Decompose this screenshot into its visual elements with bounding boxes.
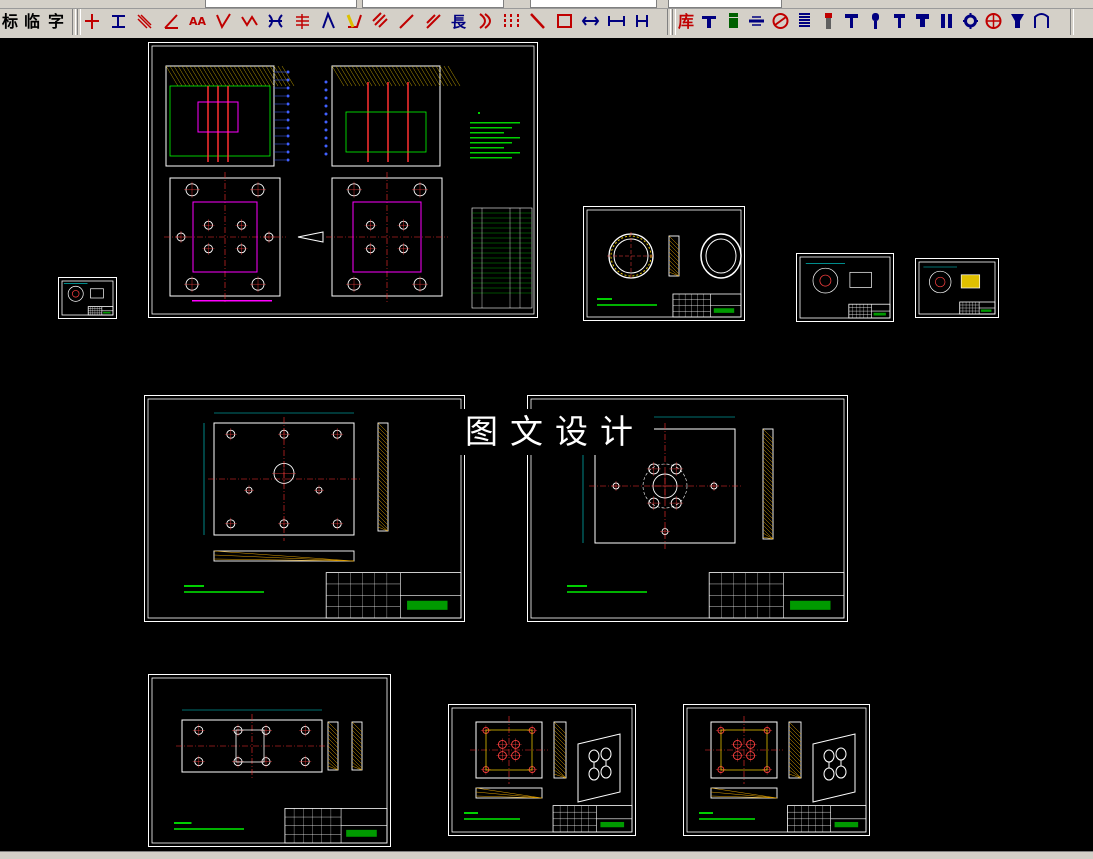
bolt-icon[interactable]: [700, 11, 719, 32]
base-plate-drawing[interactable]: [148, 674, 391, 847]
chamfer-icon[interactable]: [345, 11, 364, 32]
text-label-button[interactable]: 字: [46, 11, 66, 33]
target-icon[interactable]: [984, 11, 1003, 32]
watermark-text: 图文设计: [456, 409, 654, 455]
diagonal-line-icon[interactable]: [424, 11, 443, 32]
pin-icon[interactable]: [724, 11, 743, 32]
temporary-label-button[interactable]: 临: [22, 11, 42, 33]
svg-text:長: 長: [451, 13, 467, 31]
dimension-label-button[interactable]: 标: [0, 11, 20, 33]
cad-toolbar: 标 临 字 AA 長 库: [0, 0, 1093, 39]
zigzag-icon[interactable]: [240, 11, 259, 32]
cup-icon[interactable]: [1008, 11, 1027, 32]
extend-icon[interactable]: [581, 11, 600, 32]
key-icon[interactable]: [937, 11, 956, 32]
small-part-sheet[interactable]: [58, 277, 117, 319]
multi-line-icon[interactable]: [293, 11, 312, 32]
assembly-drawing[interactable]: [148, 42, 538, 318]
parallel-hatch-icon[interactable]: [371, 11, 390, 32]
angle-dim-icon[interactable]: [162, 11, 181, 32]
ring-part-sheet[interactable]: [583, 206, 745, 321]
bracket-icon[interactable]: [266, 11, 285, 32]
cross-line-icon[interactable]: [83, 11, 102, 32]
diagonal-icon[interactable]: [397, 11, 416, 32]
t-bolt-icon[interactable]: [842, 11, 861, 32]
arc-icon[interactable]: [476, 11, 495, 32]
centerline-icon[interactable]: [502, 11, 521, 32]
toolbar-separator: [77, 9, 81, 35]
svg-text:AA: AA: [189, 15, 207, 28]
bar-dim-icon[interactable]: [633, 11, 652, 32]
library-button[interactable]: 库: [676, 11, 696, 33]
text-aa-icon[interactable]: AA: [188, 11, 207, 32]
style-dropdown[interactable]: [668, 0, 782, 8]
length-label-icon[interactable]: 長: [450, 11, 469, 32]
nail-icon[interactable]: [890, 11, 909, 32]
toolbar-separator: [1070, 9, 1074, 35]
washer-icon[interactable]: [747, 11, 766, 32]
spring-icon[interactable]: [795, 11, 814, 32]
layer-dropdown[interactable]: [205, 0, 357, 8]
linetype-dropdown[interactable]: [362, 0, 504, 8]
stud-icon[interactable]: [913, 11, 932, 32]
toolbar-separator: [667, 9, 671, 35]
toolbar-top-strip: [0, 0, 1093, 9]
slash-icon[interactable]: [528, 11, 547, 32]
slant-icon[interactable]: [319, 11, 338, 32]
rectangle-icon[interactable]: [555, 11, 574, 32]
leader-icon[interactable]: [214, 11, 233, 32]
hatch-line-icon[interactable]: [135, 11, 154, 32]
bearing-icon[interactable]: [771, 11, 790, 32]
core-plate-drawing[interactable]: [683, 704, 870, 836]
stretch-icon[interactable]: [607, 11, 626, 32]
toolbar-separator: [72, 9, 76, 35]
cavity-plate-drawing[interactable]: [448, 704, 636, 836]
insert-part-sheet[interactable]: [915, 258, 999, 318]
pin-part-sheet[interactable]: [796, 253, 894, 322]
clamp-icon[interactable]: [1032, 11, 1051, 32]
color-dropdown[interactable]: [530, 0, 657, 8]
plate-drawing-left[interactable]: [144, 395, 465, 622]
rivet-icon[interactable]: [866, 11, 885, 32]
horizontal-dim-icon[interactable]: [109, 11, 128, 32]
screw-icon[interactable]: [819, 11, 838, 32]
gear-icon[interactable]: [961, 11, 980, 32]
